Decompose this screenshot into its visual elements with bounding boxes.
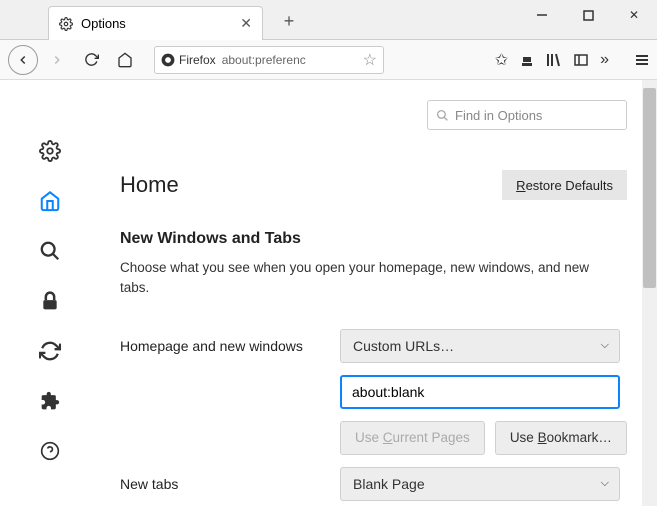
homepage-mode-select[interactable]: Custom URLs… ⌵ [340,329,620,363]
newtabs-label: New tabs [120,476,340,492]
find-in-options-input[interactable]: Find in Options [427,100,627,130]
new-tab-button[interactable]: + [278,10,300,32]
app-menu-button[interactable] [627,54,649,66]
use-bookmark-button[interactable]: Use Bookmark… [495,421,627,455]
sidebar-toggle-icon[interactable] [574,54,588,66]
content-area: Find in Options Home Restore Defaults Ne… [0,80,657,506]
page-heading: Home [120,172,179,198]
navigation-toolbar: Firefox about:preferenc ☆ ✩ » [0,40,657,80]
section-description: Choose what you see when you open your h… [120,258,610,299]
scrollbar-thumb[interactable] [643,88,656,288]
title-bar: Options ✕ + ✕ [0,0,657,40]
back-button[interactable] [8,45,38,75]
address-text: about:preferenc [222,53,357,67]
category-support-icon[interactable] [39,440,61,462]
gear-icon [59,17,73,31]
window-controls: ✕ [519,0,657,30]
category-home-icon[interactable] [39,190,61,212]
search-icon [436,109,449,122]
browser-tab[interactable]: Options ✕ [48,6,263,40]
close-tab-icon[interactable]: ✕ [240,15,252,32]
category-sync-icon[interactable] [39,340,61,362]
url-bar[interactable]: Firefox about:preferenc ☆ [154,46,384,74]
category-extensions-icon[interactable] [39,390,61,412]
use-current-pages-button[interactable]: Use Current Pages [340,421,485,455]
scrollbar-track[interactable] [642,80,657,506]
pocket-icon[interactable]: ✩ [495,50,508,70]
site-identity[interactable]: Firefox [161,53,216,67]
home-button[interactable] [110,45,140,75]
homepage-url-input[interactable] [340,375,620,409]
category-sidebar [0,80,100,506]
homepage-label: Homepage and new windows [120,338,340,354]
find-placeholder: Find in Options [455,108,542,123]
library-icon[interactable] [546,53,562,67]
reload-button[interactable] [76,45,106,75]
minimize-button[interactable] [519,0,565,30]
main-panel: Find in Options Home Restore Defaults Ne… [100,80,657,506]
newtabs-select[interactable]: Blank Page ⌵ [340,467,620,501]
bookmark-star-icon[interactable]: ☆ [363,50,377,70]
tab-title: Options [81,16,126,31]
overflow-icon[interactable]: » [600,51,609,69]
identity-label: Firefox [179,53,216,67]
forward-button[interactable] [42,45,72,75]
chevron-down-icon: ⌵ [601,477,609,490]
homepage-mode-value: Custom URLs… [353,338,454,354]
chevron-down-icon: ⌵ [601,339,609,352]
restore-defaults-button[interactable]: Restore Defaults [502,170,627,200]
category-general-icon[interactable] [39,140,61,162]
newtabs-value: Blank Page [353,476,425,492]
downloads-icon[interactable] [520,54,534,66]
category-search-icon[interactable] [39,240,61,262]
category-privacy-icon[interactable] [39,290,61,312]
maximize-button[interactable] [565,0,611,30]
section-title: New Windows and Tabs [120,230,627,248]
window-close-button[interactable]: ✕ [611,0,657,30]
